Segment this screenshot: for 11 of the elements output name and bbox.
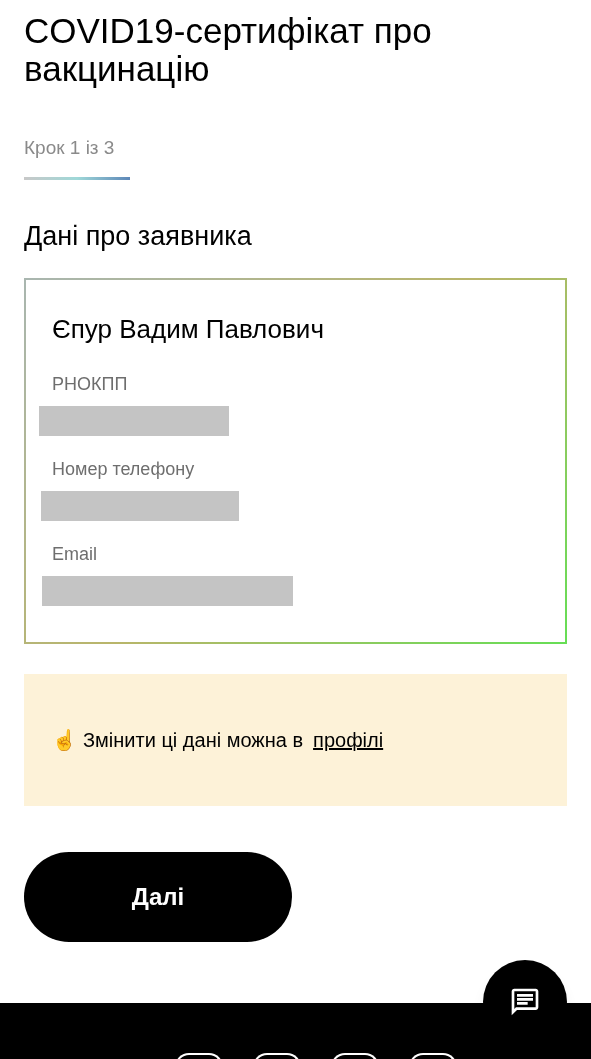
- field-label: Номер телефону: [52, 458, 196, 481]
- step-label: Крок 1 із 3: [24, 136, 116, 160]
- section-title: Дані про заявника: [24, 219, 253, 253]
- page-title: COVID19-сертифікат про вакцинацію: [24, 12, 433, 88]
- profile-link[interactable]: профілі: [313, 725, 384, 755]
- field-label: Email: [52, 543, 98, 566]
- field-label: РНОКПП: [52, 373, 129, 396]
- pointing-finger-icon: ☝: [52, 725, 77, 755]
- notice-text: Змінити ці дані можна в: [83, 728, 304, 753]
- next-button[interactable]: Далі: [24, 852, 292, 942]
- applicant-name: Єпур Вадим Павлович: [52, 313, 325, 346]
